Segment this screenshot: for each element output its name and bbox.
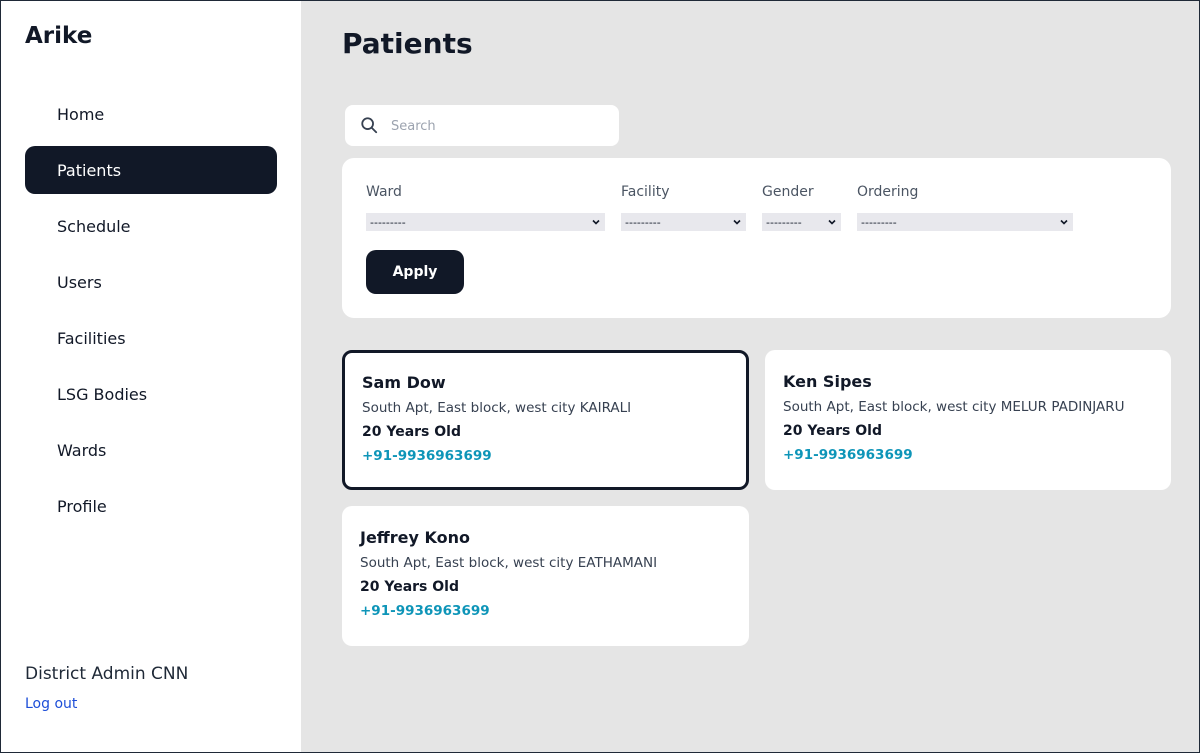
patient-name: Sam Dow <box>362 373 446 392</box>
logout-link[interactable]: Log out <box>25 696 77 712</box>
sidebar-item-home[interactable]: Home <box>25 90 277 138</box>
facility-label: Facility <box>621 184 670 200</box>
ward-filter: Ward --------- <box>366 184 605 231</box>
patient-age: 20 Years Old <box>360 579 459 595</box>
sidebar-item-facilities[interactable]: Facilities <box>25 314 277 362</box>
search-icon <box>361 117 378 134</box>
facility-filter: Facility --------- <box>621 184 746 231</box>
sidebar: Arike Home Patients Schedule Users Facil… <box>1 1 301 752</box>
chevron-down-icon <box>1060 219 1068 225</box>
sidebar-nav: Home Patients Schedule Users Facilities … <box>25 90 277 538</box>
sidebar-item-schedule[interactable]: Schedule <box>25 202 277 250</box>
patient-address: South Apt, East block, west city MELUR P… <box>783 399 1125 415</box>
sidebar-item-lsg-bodies[interactable]: LSG Bodies <box>25 370 277 418</box>
search-box <box>345 105 619 146</box>
apply-button[interactable]: Apply <box>366 250 464 294</box>
patient-name: Jeffrey Kono <box>360 528 470 547</box>
patient-card[interactable]: Ken Sipes South Apt, East block, west ci… <box>765 350 1171 490</box>
gender-label: Gender <box>762 184 814 200</box>
current-user-name: District Admin CNN <box>25 664 189 684</box>
gender-select-value: --------- <box>766 215 802 229</box>
ordering-label: Ordering <box>857 184 919 200</box>
sidebar-item-patients[interactable]: Patients <box>25 146 277 194</box>
gender-select[interactable]: --------- <box>762 213 841 231</box>
patient-name: Ken Sipes <box>783 372 872 391</box>
main-content: Patients Ward --------- Facility -------… <box>301 1 1199 752</box>
ordering-select-value: --------- <box>861 215 897 229</box>
chevron-down-icon <box>592 219 600 225</box>
chevron-down-icon <box>828 219 836 225</box>
chevron-down-icon <box>733 219 741 225</box>
patient-address: South Apt, East block, west city KAIRALI <box>362 400 632 416</box>
patient-phone[interactable]: +91-9936963699 <box>783 447 1153 471</box>
patient-phone[interactable]: +91-9936963699 <box>362 448 730 472</box>
facility-select[interactable]: --------- <box>621 213 746 231</box>
ward-select[interactable]: --------- <box>366 213 605 231</box>
filter-panel: Ward --------- Facility --------- Gender… <box>342 158 1171 318</box>
sidebar-item-wards[interactable]: Wards <box>25 426 277 474</box>
sidebar-item-users[interactable]: Users <box>25 258 277 306</box>
ward-label: Ward <box>366 184 402 200</box>
patient-card[interactable]: Jeffrey Kono South Apt, East block, west… <box>342 506 749 646</box>
gender-filter: Gender --------- <box>762 184 841 231</box>
ordering-select[interactable]: --------- <box>857 213 1073 231</box>
ward-select-value: --------- <box>370 215 406 229</box>
brand-logo: Arike <box>25 23 93 49</box>
search-input[interactable] <box>391 113 601 139</box>
patient-age: 20 Years Old <box>362 424 461 440</box>
ordering-filter: Ordering --------- <box>857 184 1073 231</box>
sidebar-item-profile[interactable]: Profile <box>25 482 277 530</box>
patient-phone[interactable]: +91-9936963699 <box>360 603 731 627</box>
patient-age: 20 Years Old <box>783 423 882 439</box>
page-title: Patients <box>342 27 473 60</box>
app-window: Arike Home Patients Schedule Users Facil… <box>0 0 1200 753</box>
patient-address: South Apt, East block, west city EATHAMA… <box>360 555 658 571</box>
facility-select-value: --------- <box>625 215 661 229</box>
patient-card[interactable]: Sam Dow South Apt, East block, west city… <box>342 350 749 490</box>
